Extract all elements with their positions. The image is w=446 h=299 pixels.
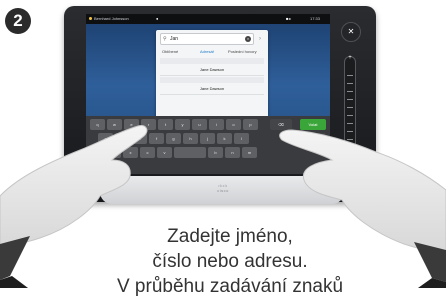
caption-line-2: číslo nebo adresu.: [152, 251, 308, 272]
caption-line-1: Zadejte jméno,: [167, 226, 293, 247]
caption-line-3: V průběhu zadávání znaků: [116, 276, 344, 297]
